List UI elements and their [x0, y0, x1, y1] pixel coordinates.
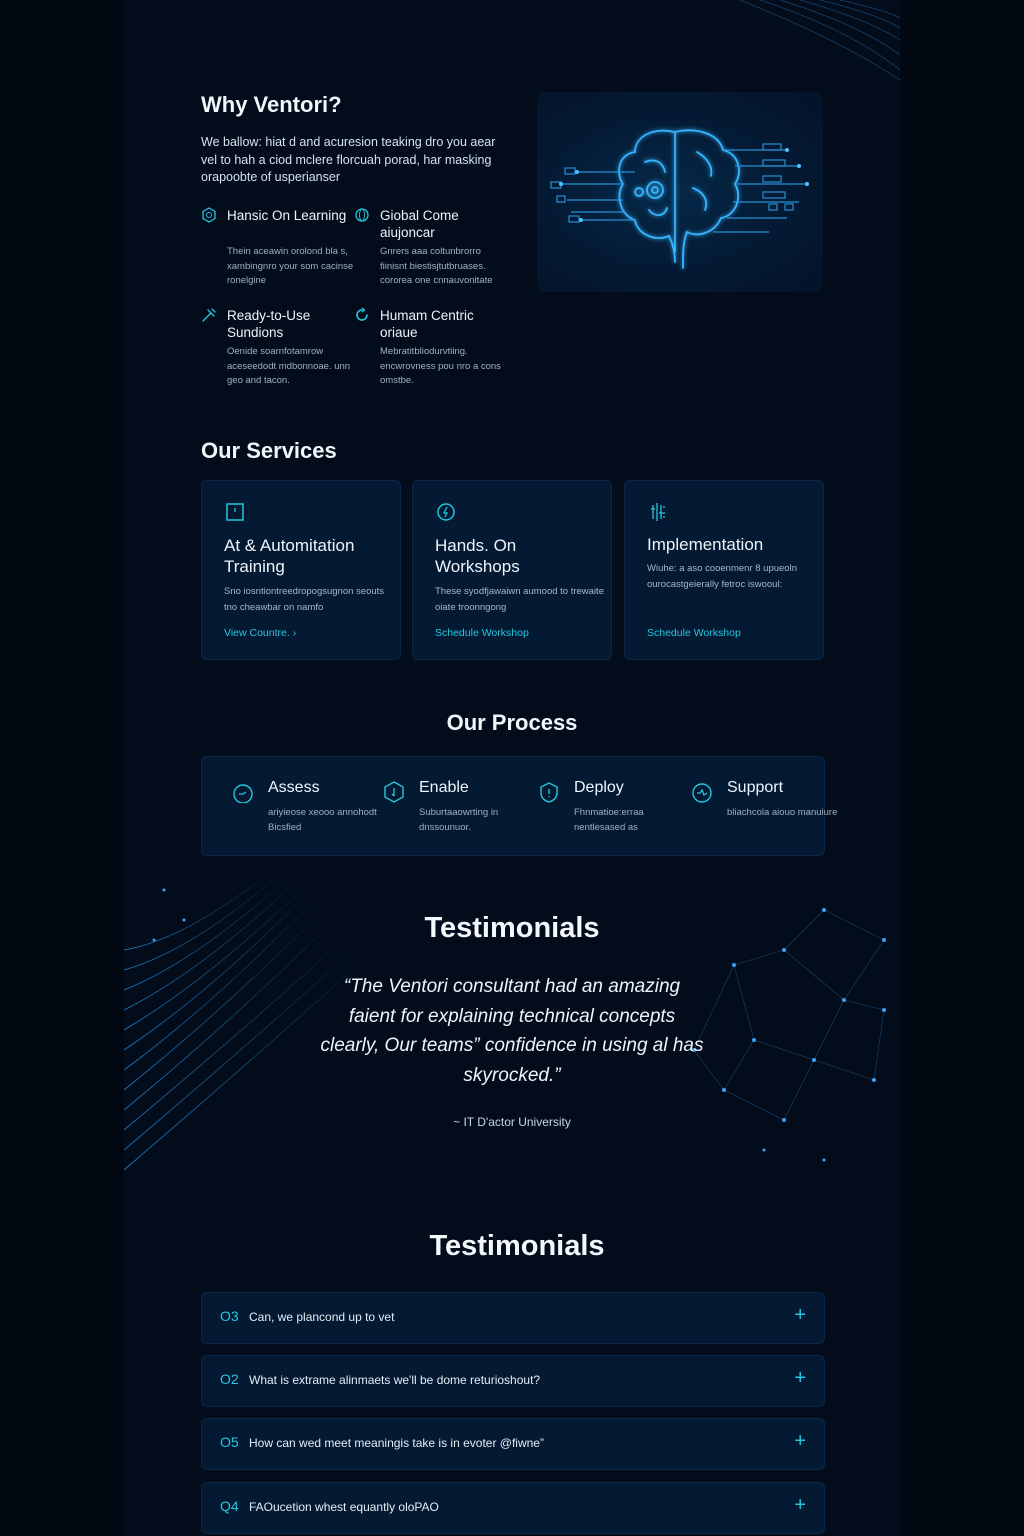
service-card: At & Automitation Training Sno iosntiont… [201, 480, 401, 660]
support-icon [692, 783, 712, 803]
landing-page: Why Ventori? We ballow: hiat d and acure… [0, 0, 1024, 1536]
schedule-workshop-link[interactable]: Schedule Workshop [647, 627, 741, 639]
why-section-title: Why Ventori? [201, 92, 342, 117]
feature-title: Humam Centric oriaue [380, 308, 474, 340]
plus-icon[interactable]: + [794, 1431, 806, 1451]
service-desc: These syodfjawaiwn aumood to trewaite oi… [435, 586, 604, 613]
plus-icon[interactable]: + [794, 1368, 806, 1388]
feature-title: Giobal Come aiujoncar [380, 208, 459, 240]
step-title: Support [727, 779, 784, 796]
step-title: Enable [419, 779, 469, 796]
link-label: View Countre. [224, 627, 290, 639]
faq-number: O5 [220, 1434, 239, 1450]
globe-icon [355, 208, 369, 222]
step-desc: ariyieose xeooo annohodt Bicsfied [268, 807, 377, 833]
testimonial-quote: “The Ventori consultant had an amazing f… [320, 976, 704, 1086]
hex-key-icon [384, 781, 404, 803]
why-intro-text: We ballow: hiat d and acuresion teaking … [201, 135, 496, 184]
left-gutter [0, 0, 124, 1536]
testimonials-title: Testimonials [424, 912, 600, 944]
service-desc: Sno iosntiontreedropogsugnon seouts tno … [224, 586, 385, 613]
service-title: Implementation [647, 535, 764, 554]
service-desc: Wiuhe: a aso cooenmenr 8 upueoln ourocas… [647, 563, 797, 590]
feature-title: Ready-to-Use Sundions [227, 308, 311, 340]
faq-item[interactable]: O5 How can wed meet meaningis take is in… [201, 1418, 825, 1470]
square-icon [226, 503, 244, 521]
testimonial-attribution: ~ IT D'actor University [453, 1115, 571, 1129]
brain-illustration-card [537, 92, 823, 292]
process-panel: Assess ariyieose xeooo annohodt Bicsfied… [201, 756, 837, 856]
gauge-icon [233, 784, 253, 803]
faq-section-title: Testimonials [429, 1230, 605, 1262]
faq-question: FAOucetion whest equantly oloPAO [249, 1500, 439, 1514]
human-cycle-icon [356, 307, 368, 321]
shield-icon [540, 782, 558, 803]
step-desc: bliachcola aiouo manuiure [727, 807, 838, 818]
faq-number: O3 [220, 1308, 239, 1324]
service-title: At & Automitation Training [224, 536, 355, 576]
feature-desc: Oenide soarnfotamrow aceseedodt mdbonnoa… [227, 346, 351, 386]
feature-desc: Gnrers aaa coltunbrorro fiinisnt biestis… [380, 246, 493, 286]
view-courses-link[interactable]: View Countre. › [224, 627, 296, 639]
process-section-title: Our Process [446, 710, 578, 735]
service-card: Implementation Wiuhe: a aso cooenmenr 8 … [624, 480, 824, 660]
plus-icon[interactable]: + [794, 1305, 806, 1325]
step-title: Deploy [574, 779, 624, 796]
faq-item[interactable]: Q4 FAOucetion whest equantly oloPAO + [201, 1482, 825, 1534]
step-desc: Suburtaaowrting in dnssounuor. [419, 807, 499, 833]
step-desc: Fhnmatioe:erraa nentlesased as [574, 807, 644, 833]
chevron-right-icon: › [292, 627, 297, 639]
schedule-workshop-link[interactable]: Schedule Workshop [435, 627, 529, 639]
circuit-icon [651, 503, 665, 521]
service-title: Hands. On Workshops [435, 536, 520, 576]
step-title: Assess [268, 779, 320, 796]
faq-question: Can, we plancond up to vet [249, 1310, 395, 1324]
service-card: Hands. On Workshops These syodfjawaiwn a… [412, 480, 612, 660]
faq-item[interactable]: O3 Can, we plancond up to vet + [201, 1292, 825, 1344]
services-section-title: Our Services [201, 438, 337, 463]
corner-light-lines [739, 0, 900, 80]
right-gutter [900, 0, 1024, 1536]
feature-title: Hansic On Learning [227, 208, 347, 223]
faq-number: Q4 [220, 1498, 239, 1514]
faq-item[interactable]: O2 What is extrame alinmaets we'll be do… [201, 1355, 825, 1407]
feature-desc: Thein aceawin orolond bla s, xambingnro … [227, 246, 354, 286]
tools-icon [202, 308, 216, 322]
feature-desc: Mebratitbliodurvtiing. encwrovness pou n… [380, 346, 501, 386]
faq-number: O2 [220, 1371, 239, 1387]
faq-question: What is extrame alinmaets we'll be dome … [249, 1373, 541, 1387]
bulb-icon [437, 503, 455, 521]
brain-hex-icon [202, 207, 216, 223]
plus-icon[interactable]: + [794, 1495, 806, 1515]
brain-circuit-icon [550, 129, 809, 269]
faq-question: How can wed meet meaningis take is in ev… [249, 1436, 544, 1450]
